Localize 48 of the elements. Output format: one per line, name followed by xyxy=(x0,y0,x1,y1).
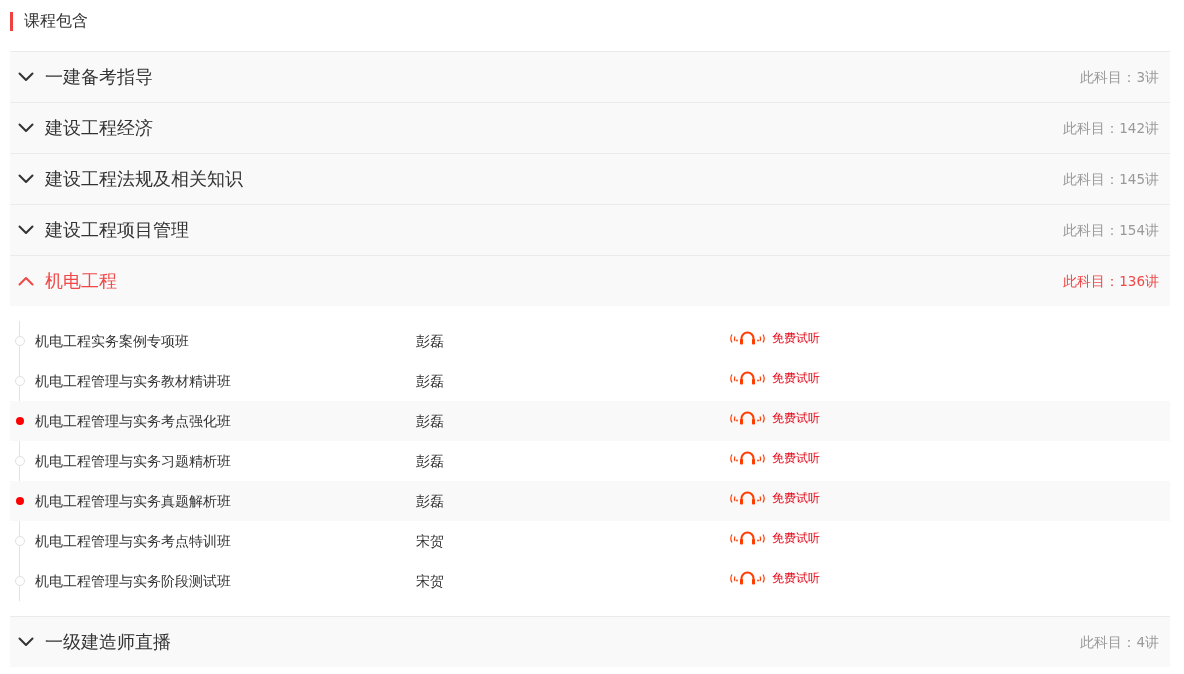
subject-title: 建设工程经济 xyxy=(45,116,153,140)
lesson-title[interactable]: 机电工程实务案例专项班 xyxy=(35,332,189,350)
lesson-title[interactable]: 机电工程管理与实务考点特训班 xyxy=(35,532,231,550)
lesson-title[interactable]: 机电工程管理与实务阶段测试班 xyxy=(35,572,231,590)
free-trial-link[interactable]: 免费试听 xyxy=(729,329,820,346)
headphones-icon xyxy=(729,490,766,505)
lesson-count: 此科目：145讲 xyxy=(1063,170,1159,188)
teacher-name: 彭磊 xyxy=(416,452,444,470)
subject-title: 建设工程法规及相关知识 xyxy=(45,167,243,191)
headphones-icon xyxy=(729,330,766,345)
subject-title: 建设工程项目管理 xyxy=(45,218,189,242)
teacher-name: 宋贺 xyxy=(416,532,444,550)
accordion-header[interactable]: 建设工程法规及相关知识 此科目：145讲 xyxy=(10,153,1170,204)
free-trial-link[interactable]: 免费试听 xyxy=(729,369,820,386)
lesson-title[interactable]: 机电工程管理与实务真题解析班 xyxy=(35,492,231,510)
subject-title: 一级建造师直播 xyxy=(45,630,171,654)
teacher-name: 彭磊 xyxy=(416,412,444,430)
headphones-icon xyxy=(729,370,766,385)
accordion-header[interactable]: 一级建造师直播 此科目：4讲 xyxy=(10,616,1170,667)
lesson-count: 此科目：142讲 xyxy=(1063,119,1159,137)
lesson-title[interactable]: 机电工程管理与实务教材精讲班 xyxy=(35,372,231,390)
free-trial-link[interactable]: 免费试听 xyxy=(729,449,820,466)
accent-bar xyxy=(10,11,13,31)
lesson-title[interactable]: 机电工程管理与实务考点强化班 xyxy=(35,412,231,430)
free-trial-link[interactable]: 免费试听 xyxy=(729,409,820,426)
subject-title: 机电工程 xyxy=(45,269,117,293)
free-trial-link[interactable]: 免费试听 xyxy=(729,489,820,506)
free-trial-link[interactable]: 免费试听 xyxy=(729,569,820,586)
accordion-header[interactable]: 建设工程项目管理 此科目：154讲 xyxy=(10,204,1170,255)
headphones-icon xyxy=(729,450,766,465)
accordion-header[interactable]: 一建备考指导 此科目：3讲 xyxy=(10,51,1170,102)
headphones-icon xyxy=(729,410,766,425)
section-title: 课程包含 xyxy=(24,11,88,31)
accordion-header[interactable]: 机电工程 此科目：136讲 xyxy=(10,255,1170,306)
lesson-count: 此科目：3讲 xyxy=(1080,68,1159,86)
headphones-icon xyxy=(729,530,766,545)
headphones-icon xyxy=(729,570,766,585)
accordion-header[interactable]: 建设工程经济 此科目：142讲 xyxy=(10,102,1170,153)
teacher-name: 彭磊 xyxy=(416,332,444,350)
teacher-name: 彭磊 xyxy=(416,372,444,390)
teacher-name: 宋贺 xyxy=(416,572,444,590)
lesson-count: 此科目：136讲 xyxy=(1063,272,1159,290)
lesson-title[interactable]: 机电工程管理与实务习题精析班 xyxy=(35,452,231,470)
lesson-count: 此科目：4讲 xyxy=(1080,633,1159,651)
lesson-count: 此科目：154讲 xyxy=(1063,221,1159,239)
teacher-name: 彭磊 xyxy=(416,492,444,510)
subject-title: 一建备考指导 xyxy=(45,65,153,89)
free-trial-link[interactable]: 免费试听 xyxy=(729,529,820,546)
